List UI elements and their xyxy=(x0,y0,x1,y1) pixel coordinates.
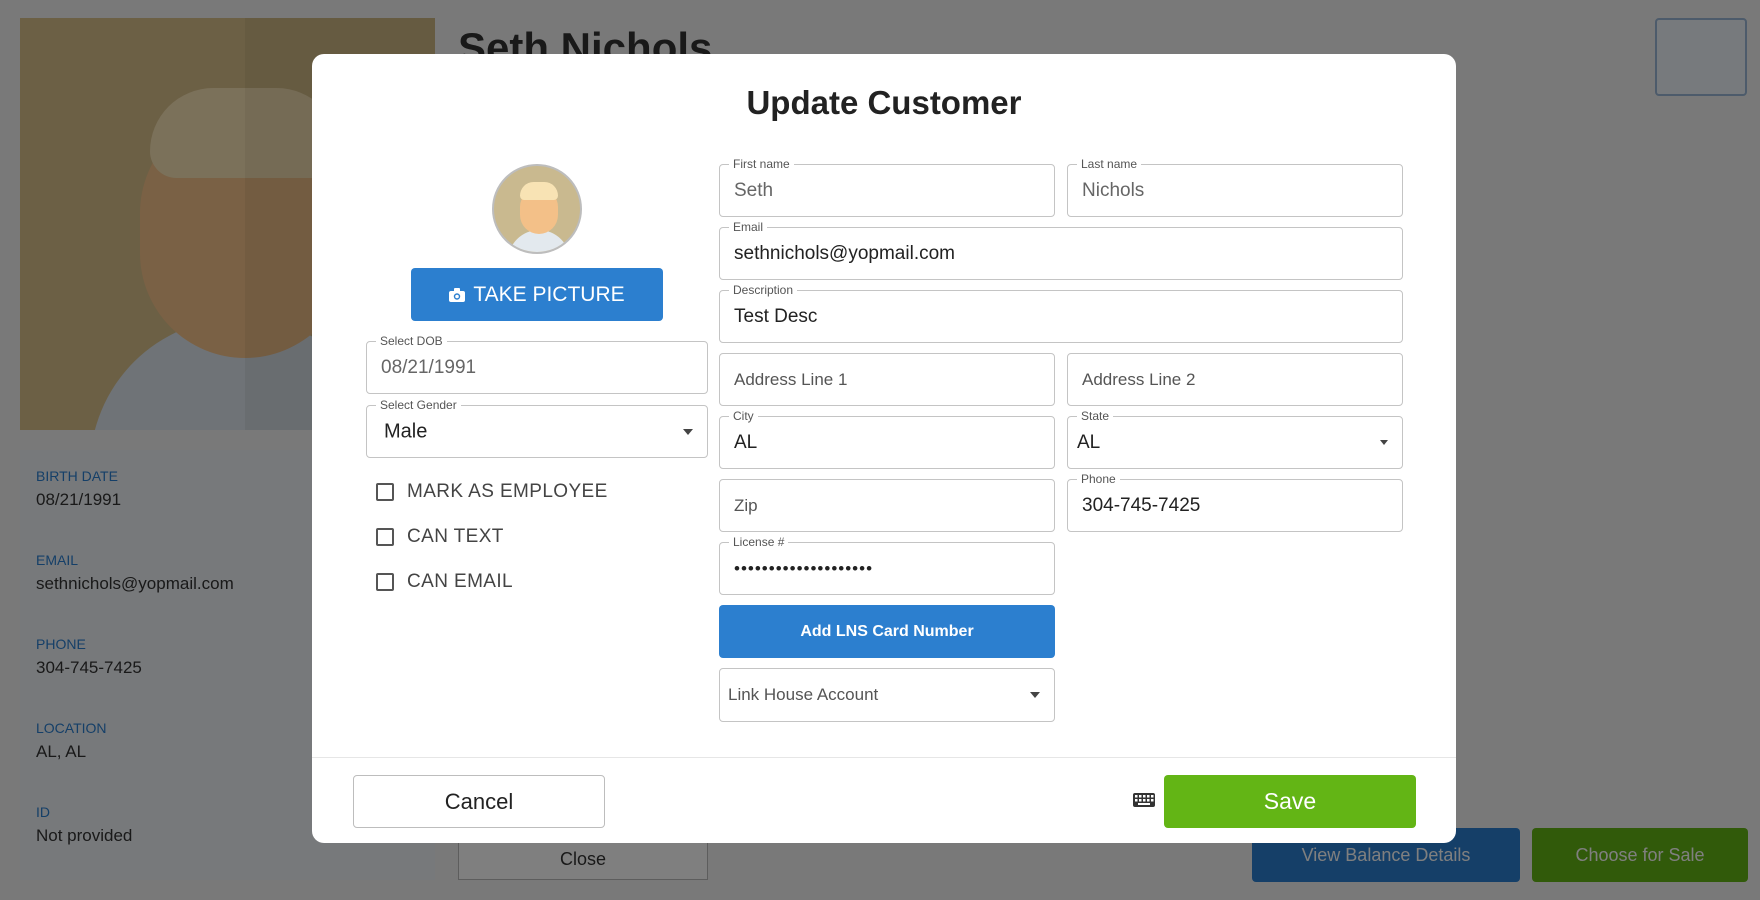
checkbox-icon[interactable] xyxy=(376,528,394,546)
address-line-1-field[interactable]: Address Line 1 xyxy=(719,353,1055,406)
caret-down-icon xyxy=(1380,439,1388,445)
license-label: License # xyxy=(729,535,789,549)
footer-divider xyxy=(312,757,1456,758)
checkbox-icon[interactable] xyxy=(376,573,394,591)
take-picture-label: TAKE PICTURE xyxy=(473,282,625,306)
phone-label: Phone xyxy=(1077,472,1120,486)
first-name-field[interactable]: First name Seth xyxy=(719,157,1055,217)
caret-down-icon xyxy=(1030,692,1040,698)
update-customer-dialog: Update Customer TAKE PICTURE Select DOB … xyxy=(312,54,1456,843)
license-field[interactable]: License # •••••••••••••••••••• xyxy=(719,535,1055,595)
gender-label: Select Gender xyxy=(376,398,461,412)
checkbox-label: CAN TEXT xyxy=(407,526,504,547)
phone-field[interactable]: Phone 304-745-7425 xyxy=(1067,472,1403,532)
state-label: State xyxy=(1077,409,1114,423)
last-name-value: Nichols xyxy=(1082,179,1145,201)
address-line-2-placeholder: Address Line 2 xyxy=(1082,369,1196,389)
link-house-account-placeholder: Link House Account xyxy=(728,685,879,704)
zip-placeholder: Zip xyxy=(734,495,758,515)
email-field[interactable]: Email sethnichols@yopmail.com xyxy=(719,220,1403,280)
state-value: AL xyxy=(1077,431,1101,453)
dob-value: 08/21/1991 xyxy=(381,356,477,378)
phone-value: 304-745-7425 xyxy=(1082,494,1201,516)
dialog-title: Update Customer xyxy=(746,84,1022,121)
cancel-button[interactable]: Cancel xyxy=(353,775,605,828)
can-email-checkbox[interactable]: CAN EMAIL xyxy=(376,571,513,593)
dob-field[interactable]: Select DOB 08/21/1991 xyxy=(366,334,708,394)
last-name-label: Last name xyxy=(1077,157,1142,171)
email-label: Email xyxy=(729,220,768,234)
checkbox-label: CAN EMAIL xyxy=(407,571,514,592)
take-picture-button[interactable]: TAKE PICTURE xyxy=(411,268,663,321)
can-text-checkbox[interactable]: CAN TEXT xyxy=(376,526,504,548)
checkbox-label: MARK AS EMPLOYEE xyxy=(407,481,608,502)
email-value: sethnichols@yopmail.com xyxy=(734,242,955,264)
save-button[interactable]: Save xyxy=(1164,775,1416,828)
description-field[interactable]: Description Test Desc xyxy=(719,283,1403,343)
description-value: Test Desc xyxy=(734,305,818,327)
state-select[interactable]: State AL xyxy=(1067,409,1403,469)
checkbox-icon[interactable] xyxy=(376,483,394,501)
address-line-2-field[interactable]: Address Line 2 xyxy=(1067,353,1403,406)
last-name-field[interactable]: Last name Nichols xyxy=(1067,157,1403,217)
description-label: Description xyxy=(729,283,798,297)
first-name-label: First name xyxy=(729,157,794,171)
license-value: •••••••••••••••••••• xyxy=(734,558,874,578)
address-line-1-placeholder: Address Line 1 xyxy=(734,369,848,389)
city-field[interactable]: City AL xyxy=(719,409,1055,469)
avatar xyxy=(492,164,582,254)
gender-select[interactable]: Select Gender Male xyxy=(366,398,708,458)
caret-down-icon xyxy=(683,428,693,435)
first-name-value: Seth xyxy=(734,179,774,201)
gender-value: Male xyxy=(384,420,428,442)
city-label: City xyxy=(729,409,758,423)
camera-icon xyxy=(449,287,466,302)
mark-as-employee-checkbox[interactable]: MARK AS EMPLOYEE xyxy=(376,481,608,503)
dob-label: Select DOB xyxy=(376,334,447,348)
zip-field[interactable]: Zip xyxy=(719,479,1055,532)
link-house-account-select[interactable]: Link House Account xyxy=(719,668,1055,722)
add-lns-card-number-button[interactable]: Add LNS Card Number xyxy=(719,605,1055,658)
city-value: AL xyxy=(734,431,758,453)
keyboard-icon[interactable] xyxy=(1132,790,1156,810)
